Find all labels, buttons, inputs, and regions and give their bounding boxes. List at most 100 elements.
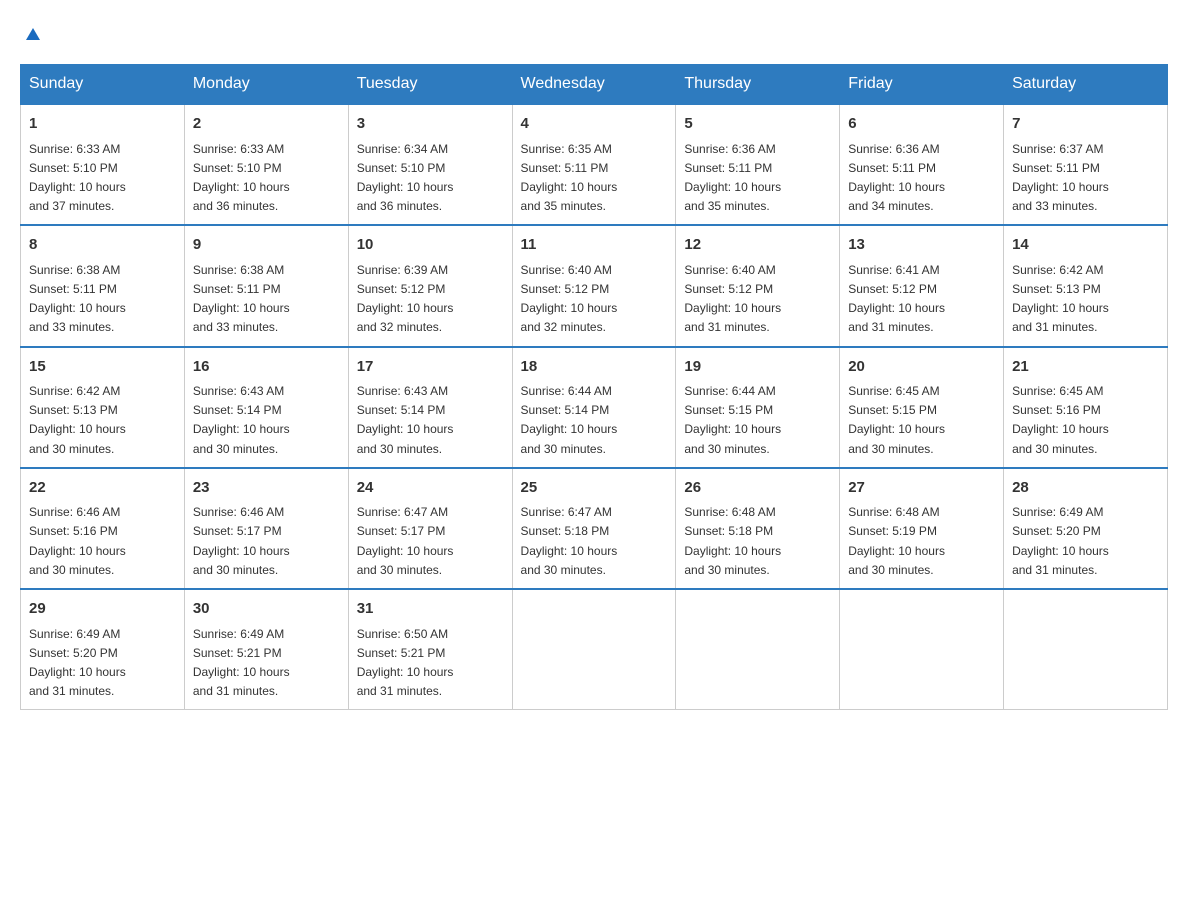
calendar-cell: 27Sunrise: 6:48 AMSunset: 5:19 PMDayligh… — [840, 468, 1004, 589]
day-info: Sunrise: 6:43 AMSunset: 5:14 PMDaylight:… — [193, 382, 340, 459]
day-info: Sunrise: 6:46 AMSunset: 5:16 PMDaylight:… — [29, 503, 176, 580]
day-number: 8 — [29, 234, 176, 257]
day-info: Sunrise: 6:50 AMSunset: 5:21 PMDaylight:… — [357, 625, 504, 702]
day-info: Sunrise: 6:49 AMSunset: 5:20 PMDaylight:… — [1012, 503, 1159, 580]
day-info: Sunrise: 6:40 AMSunset: 5:12 PMDaylight:… — [684, 261, 831, 338]
day-number: 3 — [357, 113, 504, 136]
calendar-cell: 25 Sunrise: 6:47 AMSunset: 5:18 PMDayligh… — [512, 468, 676, 589]
day-info: Sunrise: 6:44 AMSunset: 5:15 PMDaylight:… — [684, 382, 831, 459]
day-info: Sunrise: 6:33 AMSunset: 5:10 PMDaylight:… — [193, 140, 340, 217]
calendar-cell: 10 Sunrise: 6:39 AMSunset: 5:12 PMDayligh… — [348, 225, 512, 346]
calendar-table: SundayMondayTuesdayWednesdayThursdayFrid… — [20, 64, 1168, 710]
calendar-week-row: 8 Sunrise: 6:38 AMSunset: 5:11 PMDaylight… — [21, 225, 1168, 346]
calendar-cell: 14 Sunrise: 6:42 AMSunset: 5:13 PMDayligh… — [1004, 225, 1168, 346]
day-number: 14 — [1012, 234, 1159, 257]
calendar-week-row: 22 Sunrise: 6:46 AMSunset: 5:16 PMDayligh… — [21, 468, 1168, 589]
day-info: Sunrise: 6:44 AMSunset: 5:14 PMDaylight:… — [521, 382, 668, 459]
day-number: 12 — [684, 234, 831, 257]
day-number: 19 — [684, 356, 831, 379]
day-number: 18 — [521, 356, 668, 379]
day-info: Sunrise: 6:46 AMSunset: 5:17 PMDaylight:… — [193, 503, 340, 580]
day-number: 17 — [357, 356, 504, 379]
calendar-cell: 19 Sunrise: 6:44 AMSunset: 5:15 PMDayligh… — [676, 347, 840, 468]
day-number: 7 — [1012, 113, 1159, 136]
day-number: 26 — [684, 477, 831, 500]
calendar-week-row: 1 Sunrise: 6:33 AMSunset: 5:10 PMDaylight… — [21, 104, 1168, 225]
day-info: Sunrise: 6:47 AMSunset: 5:17 PMDaylight:… — [357, 503, 504, 580]
day-info: Sunrise: 6:33 AMSunset: 5:10 PMDaylight:… — [29, 140, 176, 217]
day-of-week-header: Saturday — [1004, 65, 1168, 105]
calendar-cell: 24 Sunrise: 6:47 AMSunset: 5:17 PMDayligh… — [348, 468, 512, 589]
day-number: 15 — [29, 356, 176, 379]
day-number: 9 — [193, 234, 340, 257]
day-number: 5 — [684, 113, 831, 136]
calendar-cell: 28 Sunrise: 6:49 AMSunset: 5:20 PMDayligh… — [1004, 468, 1168, 589]
logo — [20, 20, 44, 44]
calendar-cell: 15 Sunrise: 6:42 AMSunset: 5:13 PMDayligh… — [21, 347, 185, 468]
calendar-week-row: 15 Sunrise: 6:42 AMSunset: 5:13 PMDayligh… — [21, 347, 1168, 468]
day-number: 21 — [1012, 356, 1159, 379]
calendar-cell: 29 Sunrise: 6:49 AMSunset: 5:20 PMDayligh… — [21, 589, 185, 710]
calendar-cell: 13Sunrise: 6:41 AMSunset: 5:12 PMDayligh… — [840, 225, 1004, 346]
calendar-cell: 22 Sunrise: 6:46 AMSunset: 5:16 PMDayligh… — [21, 468, 185, 589]
day-of-week-header: Wednesday — [512, 65, 676, 105]
day-info: Sunrise: 6:42 AMSunset: 5:13 PMDaylight:… — [29, 382, 176, 459]
calendar-cell: 6Sunrise: 6:36 AMSunset: 5:11 PMDaylight… — [840, 104, 1004, 225]
day-info: Sunrise: 6:37 AMSunset: 5:11 PMDaylight:… — [1012, 140, 1159, 217]
day-number: 31 — [357, 598, 504, 621]
day-info: Sunrise: 6:45 AMSunset: 5:16 PMDaylight:… — [1012, 382, 1159, 459]
day-number: 1 — [29, 113, 176, 136]
day-info: Sunrise: 6:48 AMSunset: 5:18 PMDaylight:… — [684, 503, 831, 580]
calendar-cell: 9 Sunrise: 6:38 AMSunset: 5:11 PMDaylight… — [184, 225, 348, 346]
calendar-cell: 30Sunrise: 6:49 AMSunset: 5:21 PMDayligh… — [184, 589, 348, 710]
calendar-cell: 4Sunrise: 6:35 AMSunset: 5:11 PMDaylight… — [512, 104, 676, 225]
day-info: Sunrise: 6:40 AMSunset: 5:12 PMDaylight:… — [521, 261, 668, 338]
day-number: 11 — [521, 234, 668, 257]
day-info: Sunrise: 6:49 AMSunset: 5:21 PMDaylight:… — [193, 625, 340, 702]
day-info: Sunrise: 6:42 AMSunset: 5:13 PMDaylight:… — [1012, 261, 1159, 338]
day-of-week-header: Friday — [840, 65, 1004, 105]
day-info: Sunrise: 6:49 AMSunset: 5:20 PMDaylight:… — [29, 625, 176, 702]
day-number: 20 — [848, 356, 995, 379]
day-number: 24 — [357, 477, 504, 500]
day-number: 16 — [193, 356, 340, 379]
calendar-cell: 20Sunrise: 6:45 AMSunset: 5:15 PMDayligh… — [840, 347, 1004, 468]
calendar-cell — [512, 589, 676, 710]
calendar-cell: 16 Sunrise: 6:43 AMSunset: 5:14 PMDayligh… — [184, 347, 348, 468]
day-info: Sunrise: 6:38 AMSunset: 5:11 PMDaylight:… — [29, 261, 176, 338]
calendar-cell: 31 Sunrise: 6:50 AMSunset: 5:21 PMDayligh… — [348, 589, 512, 710]
calendar-cell: 1 Sunrise: 6:33 AMSunset: 5:10 PMDaylight… — [21, 104, 185, 225]
day-number: 28 — [1012, 477, 1159, 500]
day-number: 10 — [357, 234, 504, 257]
day-info: Sunrise: 6:47 AMSunset: 5:18 PMDaylight:… — [521, 503, 668, 580]
calendar-cell: 8 Sunrise: 6:38 AMSunset: 5:11 PMDaylight… — [21, 225, 185, 346]
calendar-cell — [1004, 589, 1168, 710]
day-number: 6 — [848, 113, 995, 136]
calendar-cell: 5 Sunrise: 6:36 AMSunset: 5:11 PMDaylight… — [676, 104, 840, 225]
calendar-cell — [840, 589, 1004, 710]
day-of-week-header: Thursday — [676, 65, 840, 105]
day-info: Sunrise: 6:34 AMSunset: 5:10 PMDaylight:… — [357, 140, 504, 217]
day-number: 27 — [848, 477, 995, 500]
calendar-cell: 23 Sunrise: 6:46 AMSunset: 5:17 PMDayligh… — [184, 468, 348, 589]
day-number: 29 — [29, 598, 176, 621]
day-number: 22 — [29, 477, 176, 500]
calendar-cell: 2 Sunrise: 6:33 AMSunset: 5:10 PMDaylight… — [184, 104, 348, 225]
calendar-week-row: 29 Sunrise: 6:49 AMSunset: 5:20 PMDayligh… — [21, 589, 1168, 710]
day-of-week-header: Sunday — [21, 65, 185, 105]
day-number: 23 — [193, 477, 340, 500]
page-header — [20, 20, 1168, 44]
calendar-cell: 17 Sunrise: 6:43 AMSunset: 5:14 PMDayligh… — [348, 347, 512, 468]
calendar-cell: 7 Sunrise: 6:37 AMSunset: 5:11 PMDaylight… — [1004, 104, 1168, 225]
calendar-cell: 18 Sunrise: 6:44 AMSunset: 5:14 PMDayligh… — [512, 347, 676, 468]
calendar-cell: 11 Sunrise: 6:40 AMSunset: 5:12 PMDayligh… — [512, 225, 676, 346]
day-info: Sunrise: 6:43 AMSunset: 5:14 PMDaylight:… — [357, 382, 504, 459]
day-info: Sunrise: 6:41 AMSunset: 5:12 PMDaylight:… — [848, 261, 995, 338]
calendar-cell: 12 Sunrise: 6:40 AMSunset: 5:12 PMDayligh… — [676, 225, 840, 346]
day-number: 2 — [193, 113, 340, 136]
day-info: Sunrise: 6:38 AMSunset: 5:11 PMDaylight:… — [193, 261, 340, 338]
day-number: 25 — [521, 477, 668, 500]
day-of-week-header: Tuesday — [348, 65, 512, 105]
day-info: Sunrise: 6:39 AMSunset: 5:12 PMDaylight:… — [357, 261, 504, 338]
day-info: Sunrise: 6:36 AMSunset: 5:11 PMDaylight:… — [684, 140, 831, 217]
